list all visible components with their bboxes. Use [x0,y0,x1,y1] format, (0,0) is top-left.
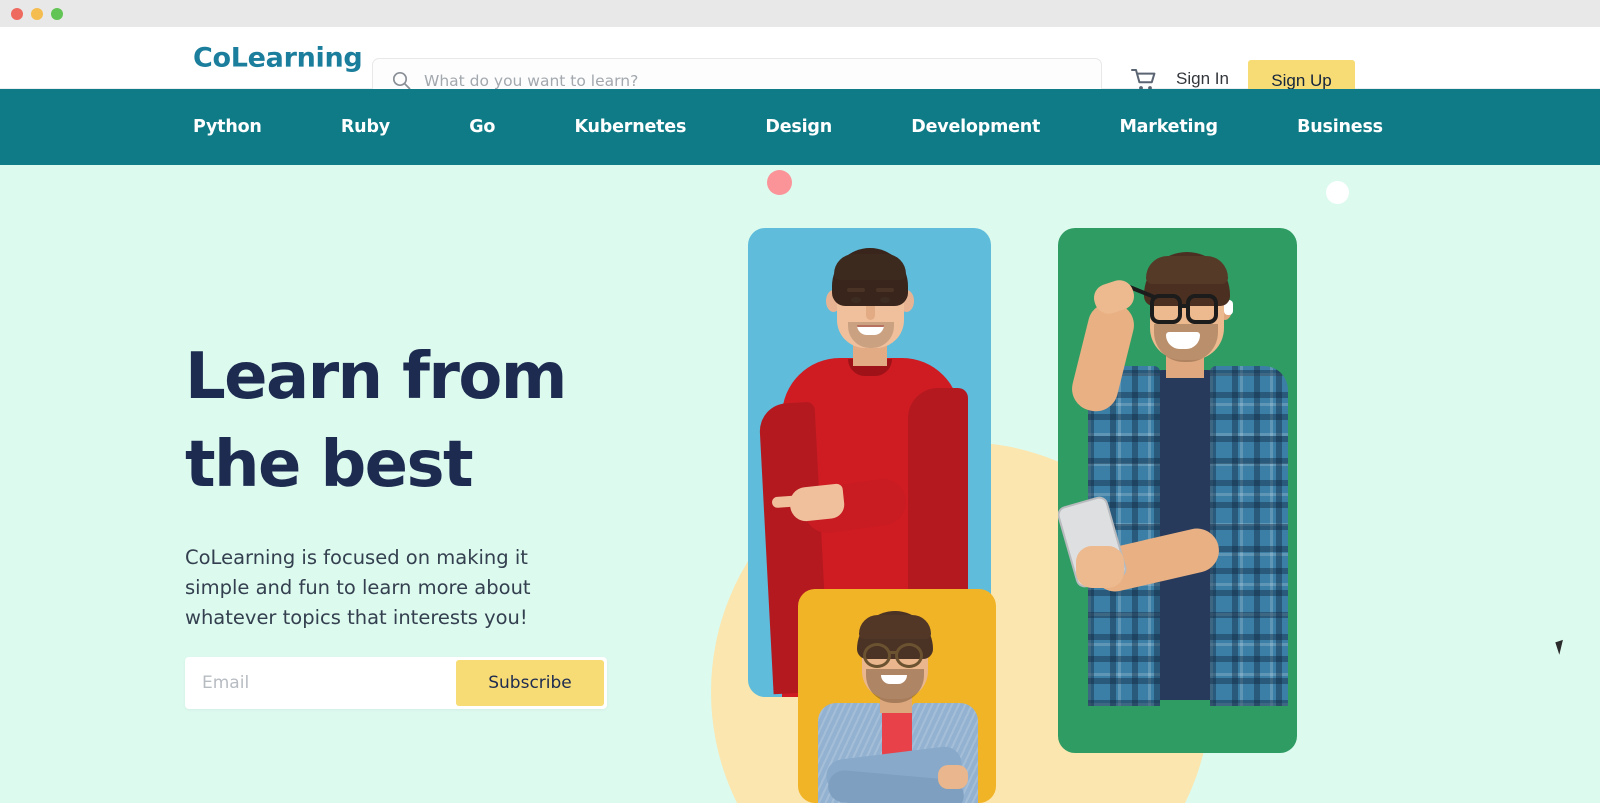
hero-photo-man-arms-crossed [798,589,996,803]
maximize-window-button[interactable] [51,7,63,20]
nav-item-ruby[interactable]: Ruby [341,117,390,137]
nav-item-design[interactable]: Design [765,117,832,137]
subscribe-form: Subscribe [185,657,607,709]
sign-in-button[interactable]: Sign In [1176,69,1229,89]
browser-window: CoLearning Sign In Sign Up Python Ruby [0,0,1600,803]
hero-title-line-2: the best [185,428,474,503]
hero-photo-man-with-phone [1058,228,1297,753]
hero-title: Learn from the best [185,333,625,510]
pink-dot-top-decoration [767,170,792,195]
hero-title-line-1: Learn from [185,340,567,414]
white-dot-top-decoration [1326,181,1349,204]
hero-subtitle: CoLearning is focused on making it simpl… [185,545,531,630]
nav-item-marketing[interactable]: Marketing [1119,117,1218,137]
nav-item-development[interactable]: Development [911,117,1040,137]
site-logo[interactable]: CoLearning [193,42,363,73]
search-icon [392,71,411,90]
subscribe-button[interactable]: Subscribe [456,660,604,706]
hero-copy: Learn from the best CoLearning is focuse… [185,333,625,633]
close-window-button[interactable] [11,7,23,20]
minimize-window-button[interactable] [31,7,43,20]
category-nav: Python Ruby Go Kubernetes Design Develop… [0,89,1600,165]
window-titlebar [0,0,1600,27]
nav-item-kubernetes[interactable]: Kubernetes [574,117,686,137]
nav-item-python[interactable]: Python [193,117,262,137]
email-input[interactable] [185,657,456,709]
hero-section: Learn from the best CoLearning is focuse… [0,165,1600,803]
nav-item-go[interactable]: Go [469,117,495,137]
nav-item-business[interactable]: Business [1297,117,1383,137]
category-nav-list: Python Ruby Go Kubernetes Design Develop… [193,117,1383,137]
site-header: CoLearning Sign In Sign Up [0,27,1600,103]
